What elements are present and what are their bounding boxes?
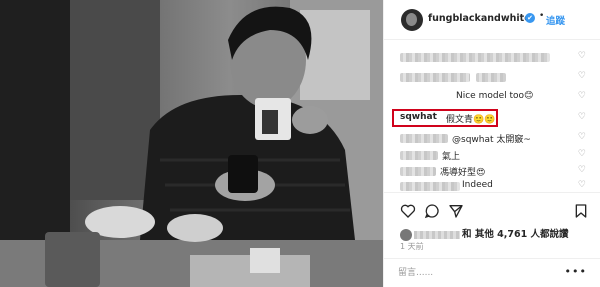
post-sidebar: fungblackandwhite ✔ • 追蹤 ♡ ♡ Nice model …	[383, 0, 600, 287]
blurred-username	[400, 167, 436, 176]
comment-heart-icon[interactable]: ♡	[578, 112, 586, 122]
comment-input[interactable]	[398, 265, 558, 281]
liker-avatar	[400, 228, 412, 241]
more-options-icon[interactable]: •••	[565, 265, 587, 278]
username-link[interactable]: fungblackandwhite	[428, 13, 531, 24]
comment-row: Indeed ♡	[400, 179, 590, 193]
separator-dot: •	[539, 11, 545, 21]
share-icon[interactable]	[448, 203, 464, 219]
comment-row: 馮導好型😍 ♡	[400, 164, 590, 178]
post-photo[interactable]	[0, 0, 383, 287]
likes-prefix: 和	[462, 229, 472, 240]
comment-row-highlighted: sqwhat 假文青🙂🙂 ♡	[400, 111, 590, 125]
comment-text: 氣上	[442, 152, 461, 162]
post-timestamp[interactable]: 1 天前	[400, 241, 424, 252]
photo-illustration	[0, 0, 383, 287]
post-header: fungblackandwhite ✔ • 追蹤	[384, 0, 600, 40]
comment-heart-icon[interactable]: ♡	[578, 165, 586, 175]
blurred-comment-text	[400, 53, 550, 62]
avatar[interactable]	[401, 9, 423, 31]
verified-badge-icon: ✔	[525, 13, 535, 23]
blurred-username	[400, 134, 448, 143]
comment-row: ♡	[400, 50, 590, 64]
comment-text: @sqwhat 太開竅~	[452, 135, 531, 145]
likes-count[interactable]: 和 其他 4,761 人都說讚	[400, 226, 569, 241]
post-actions: 和 其他 4,761 人都說讚 1 天前	[384, 192, 600, 262]
comment-heart-icon[interactable]: ♡	[578, 180, 586, 190]
comment-icon[interactable]	[424, 203, 440, 219]
comment-text: 假文青🙂🙂	[446, 115, 496, 125]
add-comment-bar: •••	[384, 258, 600, 287]
comment-row: 氣上 ♡	[400, 148, 590, 162]
comment-heart-icon[interactable]: ♡	[578, 91, 586, 101]
heart-icon[interactable]	[400, 203, 416, 219]
comments-list: ♡ ♡ Nice model too😊 ♡ sqwhat 假文青🙂🙂 ♡ @sq…	[384, 40, 600, 193]
comment-row: Nice model too😊 ♡	[400, 90, 590, 104]
blurred-username	[400, 182, 460, 191]
comment-username[interactable]: sqwhat	[400, 112, 437, 122]
blurred-comment-text	[400, 73, 470, 82]
blurred-username	[400, 151, 438, 160]
comment-heart-icon[interactable]: ♡	[578, 71, 586, 81]
likes-text: 其他 4,761 人都說讚	[474, 229, 569, 240]
comment-text: Indeed	[462, 180, 493, 190]
blurred-liker-name	[414, 230, 460, 239]
follow-button[interactable]: 追蹤	[546, 13, 565, 27]
bookmark-icon[interactable]	[573, 203, 589, 219]
comment-text: 馮導好型😍	[440, 168, 486, 178]
comment-row: @sqwhat 太開竅~ ♡	[400, 131, 590, 145]
comment-heart-icon[interactable]: ♡	[578, 149, 586, 159]
comment-heart-icon[interactable]: ♡	[578, 132, 586, 142]
comment-row: ♡	[400, 70, 590, 84]
comment-heart-icon[interactable]: ♡	[578, 51, 586, 61]
comment-text: Nice model too😊	[456, 91, 534, 101]
blurred-comment-text	[476, 73, 506, 82]
